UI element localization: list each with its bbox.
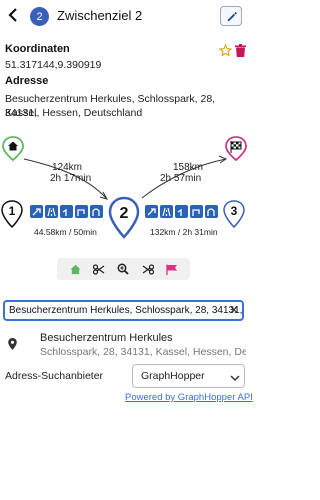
provider-select[interactable]: GraphHopper [132,364,245,388]
address-search-input[interactable]: Besucherzentrum Herkules, Schlosspark, 2… [3,300,244,321]
route-diagram: 124km 2h 17min 158km 2h 57min 1 2 3 44.5… [1,136,247,239]
result-address[interactable]: Schlosspark, 28, 34131, Kassel, Hessen, … [40,346,246,358]
clear-icon[interactable]: ✕ [229,303,239,317]
provider-label: Adress-Suchanbieter [5,370,104,382]
marker-2-label: 2 [120,205,129,222]
chevron-left-icon[interactable] [8,8,18,26]
address-line-2: Kassel, Hessen, Deutschland [5,107,143,119]
scissors-icon[interactable] [91,261,107,277]
edit-button[interactable] [220,6,242,26]
waypoint-badge: 2 [30,7,49,26]
zoom-icon[interactable] [115,261,131,277]
coordinates-value: 51.317144,9.390919 [5,59,102,71]
marker-1-label: 1 [9,204,16,218]
next-segment-label: 132km / 2h 31min [150,227,218,237]
prev-leg-distance: 124km [52,162,82,173]
waypoint-marker-1[interactable]: 1 [1,200,23,229]
address-label: Adresse [5,75,49,87]
flag-icon[interactable] [164,261,180,277]
powered-by-link[interactable]: Powered by GraphHopper API [125,392,253,403]
waypoint-toolbar [57,258,190,280]
trash-icon[interactable] [235,44,246,62]
road-type-icons-right [145,205,218,218]
header-bar: 2 Zwischenziel 2 [0,0,250,34]
waypoint-marker-3[interactable]: 3 [223,200,245,229]
marker-3-label: 3 [231,204,238,218]
scissors-icon[interactable] [140,261,156,277]
prev-segment-label: 44.58km / 50min [34,227,97,237]
home-marker-icon[interactable] [2,136,24,162]
prev-leg-time: 2h 17min [50,173,91,184]
waypoint-marker-2[interactable]: 2 [108,196,140,239]
finish-marker-icon[interactable] [225,136,247,162]
star-icon[interactable] [218,43,233,62]
pencil-icon [227,11,237,21]
next-leg-distance: 158km [173,162,203,173]
home-icon[interactable] [67,261,83,277]
map-pin-icon [8,337,17,355]
chevron-down-icon[interactable] [230,369,240,387]
result-name[interactable]: Besucherzentrum Herkules [40,332,173,344]
next-leg-time: 2h 57min [160,173,201,184]
page-title: Zwischenziel 2 [57,8,143,23]
road-type-icons-left [30,205,103,218]
coordinates-label: Koordinaten [5,43,70,55]
